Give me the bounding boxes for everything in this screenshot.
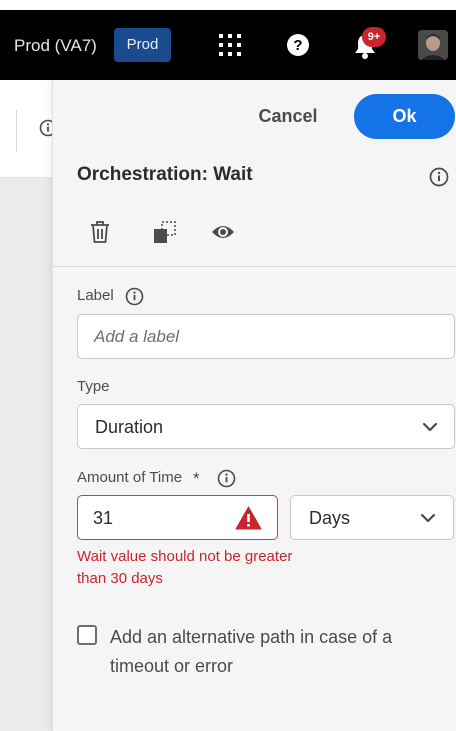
environment-name[interactable]: Prod (VA7) (14, 36, 97, 56)
notification-badge: 9+ (362, 27, 386, 47)
amount-input[interactable]: 31 (77, 495, 278, 540)
environment-badge[interactable]: Prod (114, 28, 171, 62)
user-avatar[interactable] (418, 30, 448, 60)
background-divider (16, 110, 17, 152)
ok-button[interactable]: Ok (354, 94, 455, 139)
cancel-button[interactable]: Cancel (238, 94, 338, 138)
chevron-down-icon (420, 513, 436, 523)
trash-icon[interactable] (89, 220, 111, 244)
panel-divider (53, 266, 456, 267)
chevron-down-icon (422, 422, 438, 432)
background-canvas (0, 178, 52, 731)
info-icon[interactable] (429, 167, 449, 187)
type-selected-value: Duration (95, 417, 164, 437)
svg-text:?: ? (293, 37, 302, 54)
info-icon[interactable] (125, 287, 144, 306)
alternative-path-label[interactable]: Add an alternative path in case of a tim… (110, 623, 430, 681)
alert-triangle-icon (235, 506, 262, 530)
amount-field-label: Amount of Time (77, 469, 183, 486)
type-select[interactable]: Duration (77, 404, 455, 449)
eye-icon[interactable] (211, 222, 235, 242)
apps-grid-icon[interactable] (219, 34, 241, 56)
unit-selected-value: Days (309, 508, 351, 528)
info-icon[interactable] (217, 469, 236, 488)
help-icon[interactable]: ? (286, 33, 310, 57)
app-header: Prod (VA7) Prod ? 9+ (0, 10, 456, 80)
type-field-label: Type (77, 378, 110, 395)
amount-value: 31 (93, 508, 114, 528)
label-field-label: Label (77, 287, 114, 304)
alternative-path-checkbox[interactable] (77, 625, 97, 645)
label-input[interactable] (77, 314, 455, 359)
properties-panel: Cancel Ok Orchestration: Wait Label Type (52, 80, 456, 731)
panel-title: Orchestration: Wait (77, 164, 253, 185)
time-unit-select[interactable]: Days (290, 495, 454, 540)
duplicate-icon[interactable] (153, 220, 177, 244)
required-asterisk: * (193, 469, 200, 488)
amount-error-message: Wait value should not be greater than 30… (77, 548, 293, 587)
top-strip (0, 0, 456, 10)
